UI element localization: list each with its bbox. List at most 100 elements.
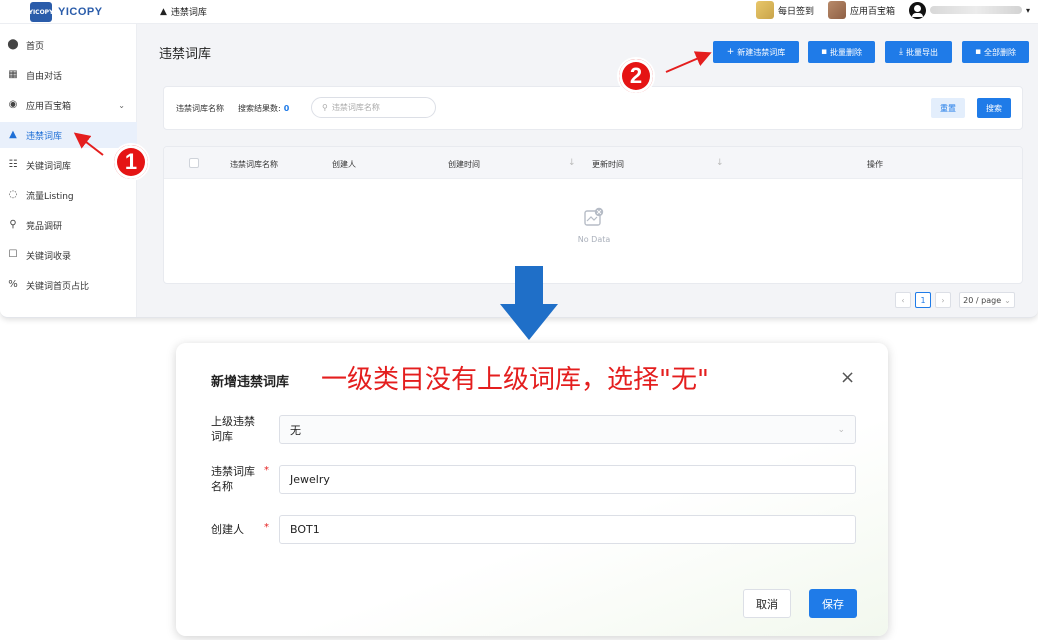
- chevron-down-icon: ⌄: [1004, 295, 1011, 305]
- search-name-label: 违禁词库名称: [176, 104, 224, 113]
- home-icon: ⬤: [7, 39, 19, 50]
- main-content: 违禁词库 + 新建违禁词库 ▪ 批量删除 ⤓ 批量导出 ▪ 全部删除 违禁词库名…: [138, 24, 1038, 317]
- sidebar-item-label: 关键词收录: [26, 251, 72, 262]
- app-window: YICOPY YICOPY ▲ 违禁词库 每日签到 应用百宝箱 ▾ ⬤ 首页 ▦…: [0, 0, 1038, 318]
- daily-checkin-button[interactable]: 每日签到: [755, 1, 814, 19]
- warning-icon: ▲: [9, 129, 17, 140]
- sidebar-item-label: 首页: [26, 41, 45, 52]
- daily-checkin-label: 每日签到: [777, 6, 814, 17]
- delete-all-label: 全部删除: [984, 47, 1017, 57]
- batch-delete-button[interactable]: ▪ 批量删除: [808, 41, 875, 63]
- step-badge-2: 2: [617, 57, 655, 95]
- chevron-down-icon: ▾: [1025, 5, 1030, 15]
- parent-library-label: 上级违禁 词库: [211, 414, 255, 444]
- research-icon: ⚲: [9, 219, 17, 230]
- search-button[interactable]: 搜索: [977, 98, 1011, 118]
- sidebar-item-label: 自由对话: [26, 71, 63, 82]
- chevron-down-icon: ⌄: [837, 424, 845, 435]
- result-count-value: 0: [283, 104, 290, 113]
- label-line: 词库: [211, 430, 233, 443]
- app-box-label: 应用百宝箱: [849, 6, 895, 17]
- search-input[interactable]: ⚲ 违禁词库名称: [311, 97, 436, 118]
- batch-export-button[interactable]: ⤓ 批量导出: [885, 41, 952, 63]
- page-title: 违禁词库: [159, 47, 212, 62]
- column-header-updated-at[interactable]: 更新时间: [592, 159, 624, 170]
- select-all-checkbox[interactable]: [189, 158, 199, 168]
- reset-button[interactable]: 重置: [931, 98, 965, 118]
- parent-library-select[interactable]: 无 ⌄: [279, 415, 856, 444]
- table-header: 违禁词库名称 创建人 创建时间 ↓ 更新时间 ↓ 操作: [164, 147, 1022, 179]
- sidebar-item-label: 关键词词库: [26, 161, 72, 172]
- sidebar-item-competitor-research[interactable]: ⚲ 竞品调研: [0, 212, 137, 238]
- sidebar-item-flow-listing[interactable]: ◌ 流量Listing: [0, 182, 137, 208]
- creator-label: 创建人: [211, 522, 244, 537]
- sidebar-item-keyword-homepage-share[interactable]: % 关键词首页占比: [0, 272, 137, 298]
- library-name-input[interactable]: Jewelry: [279, 465, 856, 494]
- sidebar-item-forbidden-words[interactable]: ▲ 违禁词库: [0, 122, 137, 148]
- pagination: ‹ 1 › 20 / page ⌄: [895, 292, 1015, 308]
- keyword-icon: ☷: [8, 159, 18, 170]
- sidebar-item-home[interactable]: ⬤ 首页: [0, 32, 137, 58]
- column-header-created-at[interactable]: 创建时间: [448, 159, 480, 170]
- batch-export-label: 批量导出: [905, 47, 938, 57]
- logo[interactable]: YICOPY YICOPY: [29, 2, 103, 22]
- annotation-note: 一级类目没有上级词库，选择"无": [321, 365, 709, 395]
- user-menu[interactable]: ▾: [908, 1, 1030, 19]
- search-icon: ⚲: [322, 103, 328, 112]
- search-panel: 违禁词库名称 搜索结果数: 0 ⚲ 违禁词库名称 重置 搜索: [163, 86, 1023, 130]
- no-data-icon: [583, 207, 605, 229]
- tutorial-stage: YICOPY YICOPY ▲ 违禁词库 每日签到 应用百宝箱 ▾ ⬤ 首页 ▦…: [0, 0, 1038, 640]
- creator-value: BOT1: [290, 523, 320, 536]
- delete-all-button[interactable]: ▪ 全部删除: [962, 41, 1029, 63]
- label-line: 违禁词库: [211, 465, 255, 478]
- label-line: 名称: [211, 480, 233, 493]
- next-page-button[interactable]: ›: [935, 292, 951, 308]
- sort-icon[interactable]: ↓: [568, 158, 576, 168]
- parent-library-value: 无: [290, 423, 301, 437]
- app-box-button[interactable]: 应用百宝箱: [827, 1, 895, 19]
- search-placeholder: 违禁词库名称: [331, 103, 380, 112]
- sidebar-item-label: 违禁词库: [26, 131, 63, 142]
- trash-icon: ▪: [820, 47, 828, 57]
- logo-text: YICOPY: [58, 6, 103, 18]
- column-header-name: 违禁词库名称: [230, 160, 278, 169]
- breadcrumb: ▲ 违禁词库: [160, 5, 207, 19]
- page-size-value: 20 / page: [963, 295, 1002, 305]
- new-forbidden-library-button[interactable]: + 新建违禁词库: [713, 41, 799, 63]
- sort-icon[interactable]: ↓: [716, 158, 724, 168]
- creator-input[interactable]: BOT1: [279, 515, 856, 544]
- prev-page-button[interactable]: ‹: [895, 292, 911, 308]
- search-result-count: 搜索结果数: 0: [238, 103, 289, 114]
- sidebar-item-chat[interactable]: ▦ 自由对话: [0, 62, 137, 88]
- chevron-down-icon: ⌄: [118, 100, 125, 110]
- empty-text: No Data: [577, 235, 611, 244]
- batch-delete-label: 批量删除: [830, 47, 863, 57]
- sidebar-item-keyword-record[interactable]: ☐ 关键词收录: [0, 242, 137, 268]
- treasure-box-icon: [827, 1, 846, 19]
- close-icon[interactable]: ×: [840, 367, 855, 388]
- top-bar: YICOPY YICOPY ▲ 违禁词库 每日签到 应用百宝箱 ▾: [0, 0, 1038, 24]
- username-redacted: [929, 6, 1022, 14]
- save-button[interactable]: 保存: [809, 589, 857, 618]
- required-mark: *: [264, 465, 269, 476]
- plus-icon: +: [726, 47, 735, 57]
- page-number-current[interactable]: 1: [915, 292, 931, 308]
- sidebar-item-label: 应用百宝箱: [26, 101, 72, 112]
- dialog-title: 新增违禁词库: [211, 375, 290, 390]
- step-badge-1: 1: [112, 143, 150, 181]
- avatar-icon: [908, 1, 926, 19]
- compass-icon: ◉: [8, 99, 18, 110]
- record-icon: ☐: [8, 249, 18, 260]
- percent-icon: %: [8, 279, 18, 290]
- empty-state: No Data: [164, 207, 1022, 244]
- logo-mark-icon: YICOPY: [29, 2, 53, 22]
- warning-icon: ▲: [160, 6, 167, 17]
- sidebar-item-label: 关键词首页占比: [26, 281, 90, 292]
- required-mark: *: [264, 522, 269, 533]
- sidebar-item-app-box[interactable]: ◉ 应用百宝箱 ⌄: [0, 92, 137, 118]
- breadcrumb-current: 违禁词库: [170, 8, 207, 18]
- page-size-select[interactable]: 20 / page ⌄: [959, 292, 1015, 308]
- trash-icon: ▪: [974, 47, 982, 57]
- new-button-label: 新建违禁词库: [737, 47, 786, 57]
- cancel-button[interactable]: 取消: [743, 589, 791, 618]
